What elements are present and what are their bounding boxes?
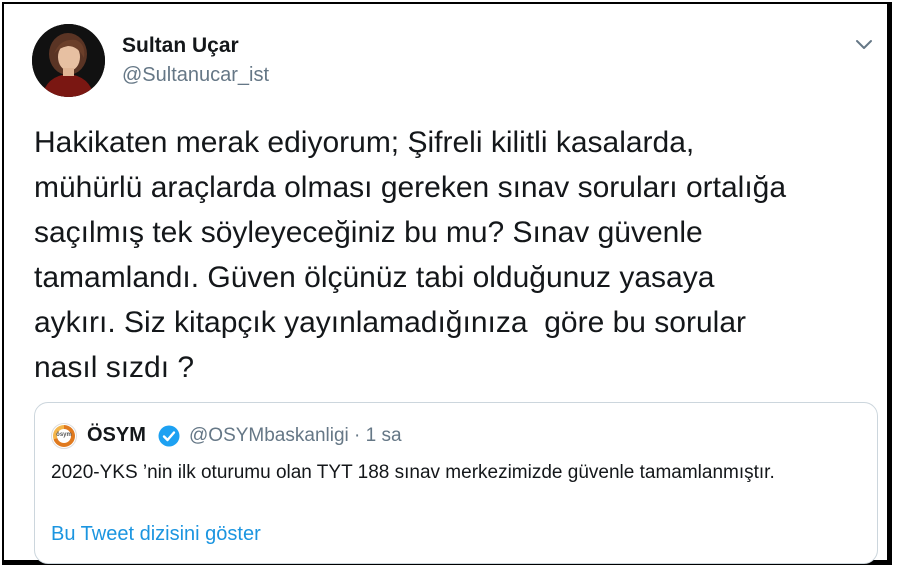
avatar-portrait [32,24,105,97]
author-name[interactable]: Sultan Uçar [122,34,239,58]
verified-badge-icon [157,424,181,448]
quoted-handle-time[interactable]: @OSYMbaskanligi · 1 sa [189,425,402,447]
osym-logo-text: ösym [56,432,72,438]
quoted-text: 2020-YKS ’nin ilk oturumu olan TYT 188 s… [51,462,775,483]
osym-logo-icon: ösym [51,423,77,449]
quoted-tweet[interactable]: ösym ÖSYM @OSYMbaskanligi · 1 sa 2020-YK… [34,402,878,564]
show-thread-link[interactable]: Bu Tweet dizisini göster [51,523,261,546]
author-handle[interactable]: @Sultanucar_ist [122,64,269,87]
avatar[interactable] [32,24,105,97]
tweet-card: Sultan Uçar @Sultanucar_ist Hakikaten me… [2,2,892,565]
quoted-author-name[interactable]: ÖSYM [87,424,146,447]
tweet-text: Hakikaten merak ediyorum; Şifreli kilitl… [34,126,787,384]
chevron-down-icon[interactable] [852,32,876,56]
